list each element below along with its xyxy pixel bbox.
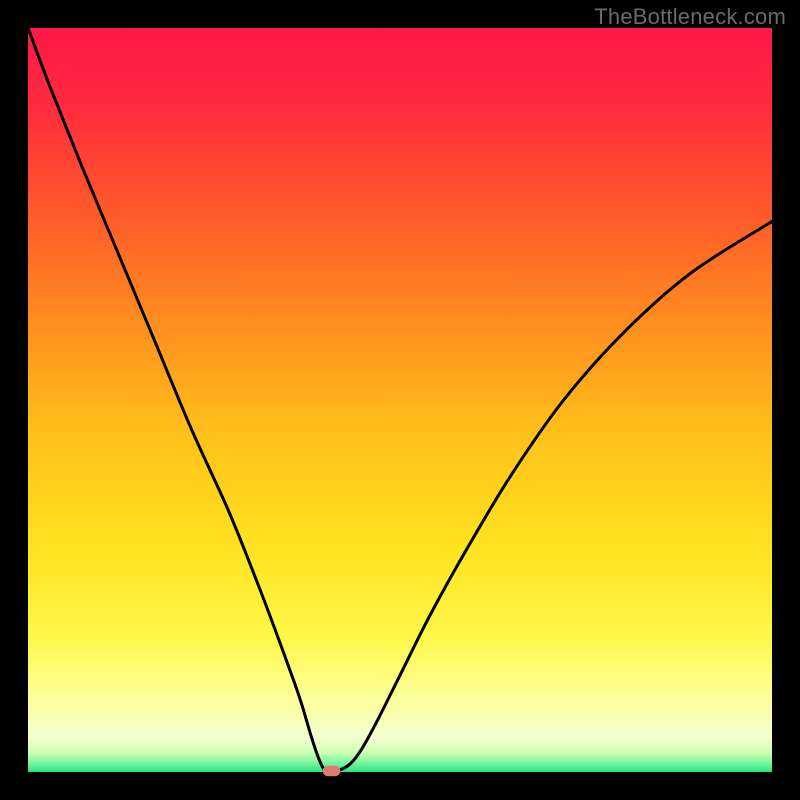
bottleneck-chart: [0, 0, 800, 800]
gradient-background: [28, 28, 772, 772]
chart-container: TheBottleneck.com: [0, 0, 800, 800]
optimal-marker: [323, 766, 341, 776]
watermark-text: TheBottleneck.com: [594, 4, 786, 30]
